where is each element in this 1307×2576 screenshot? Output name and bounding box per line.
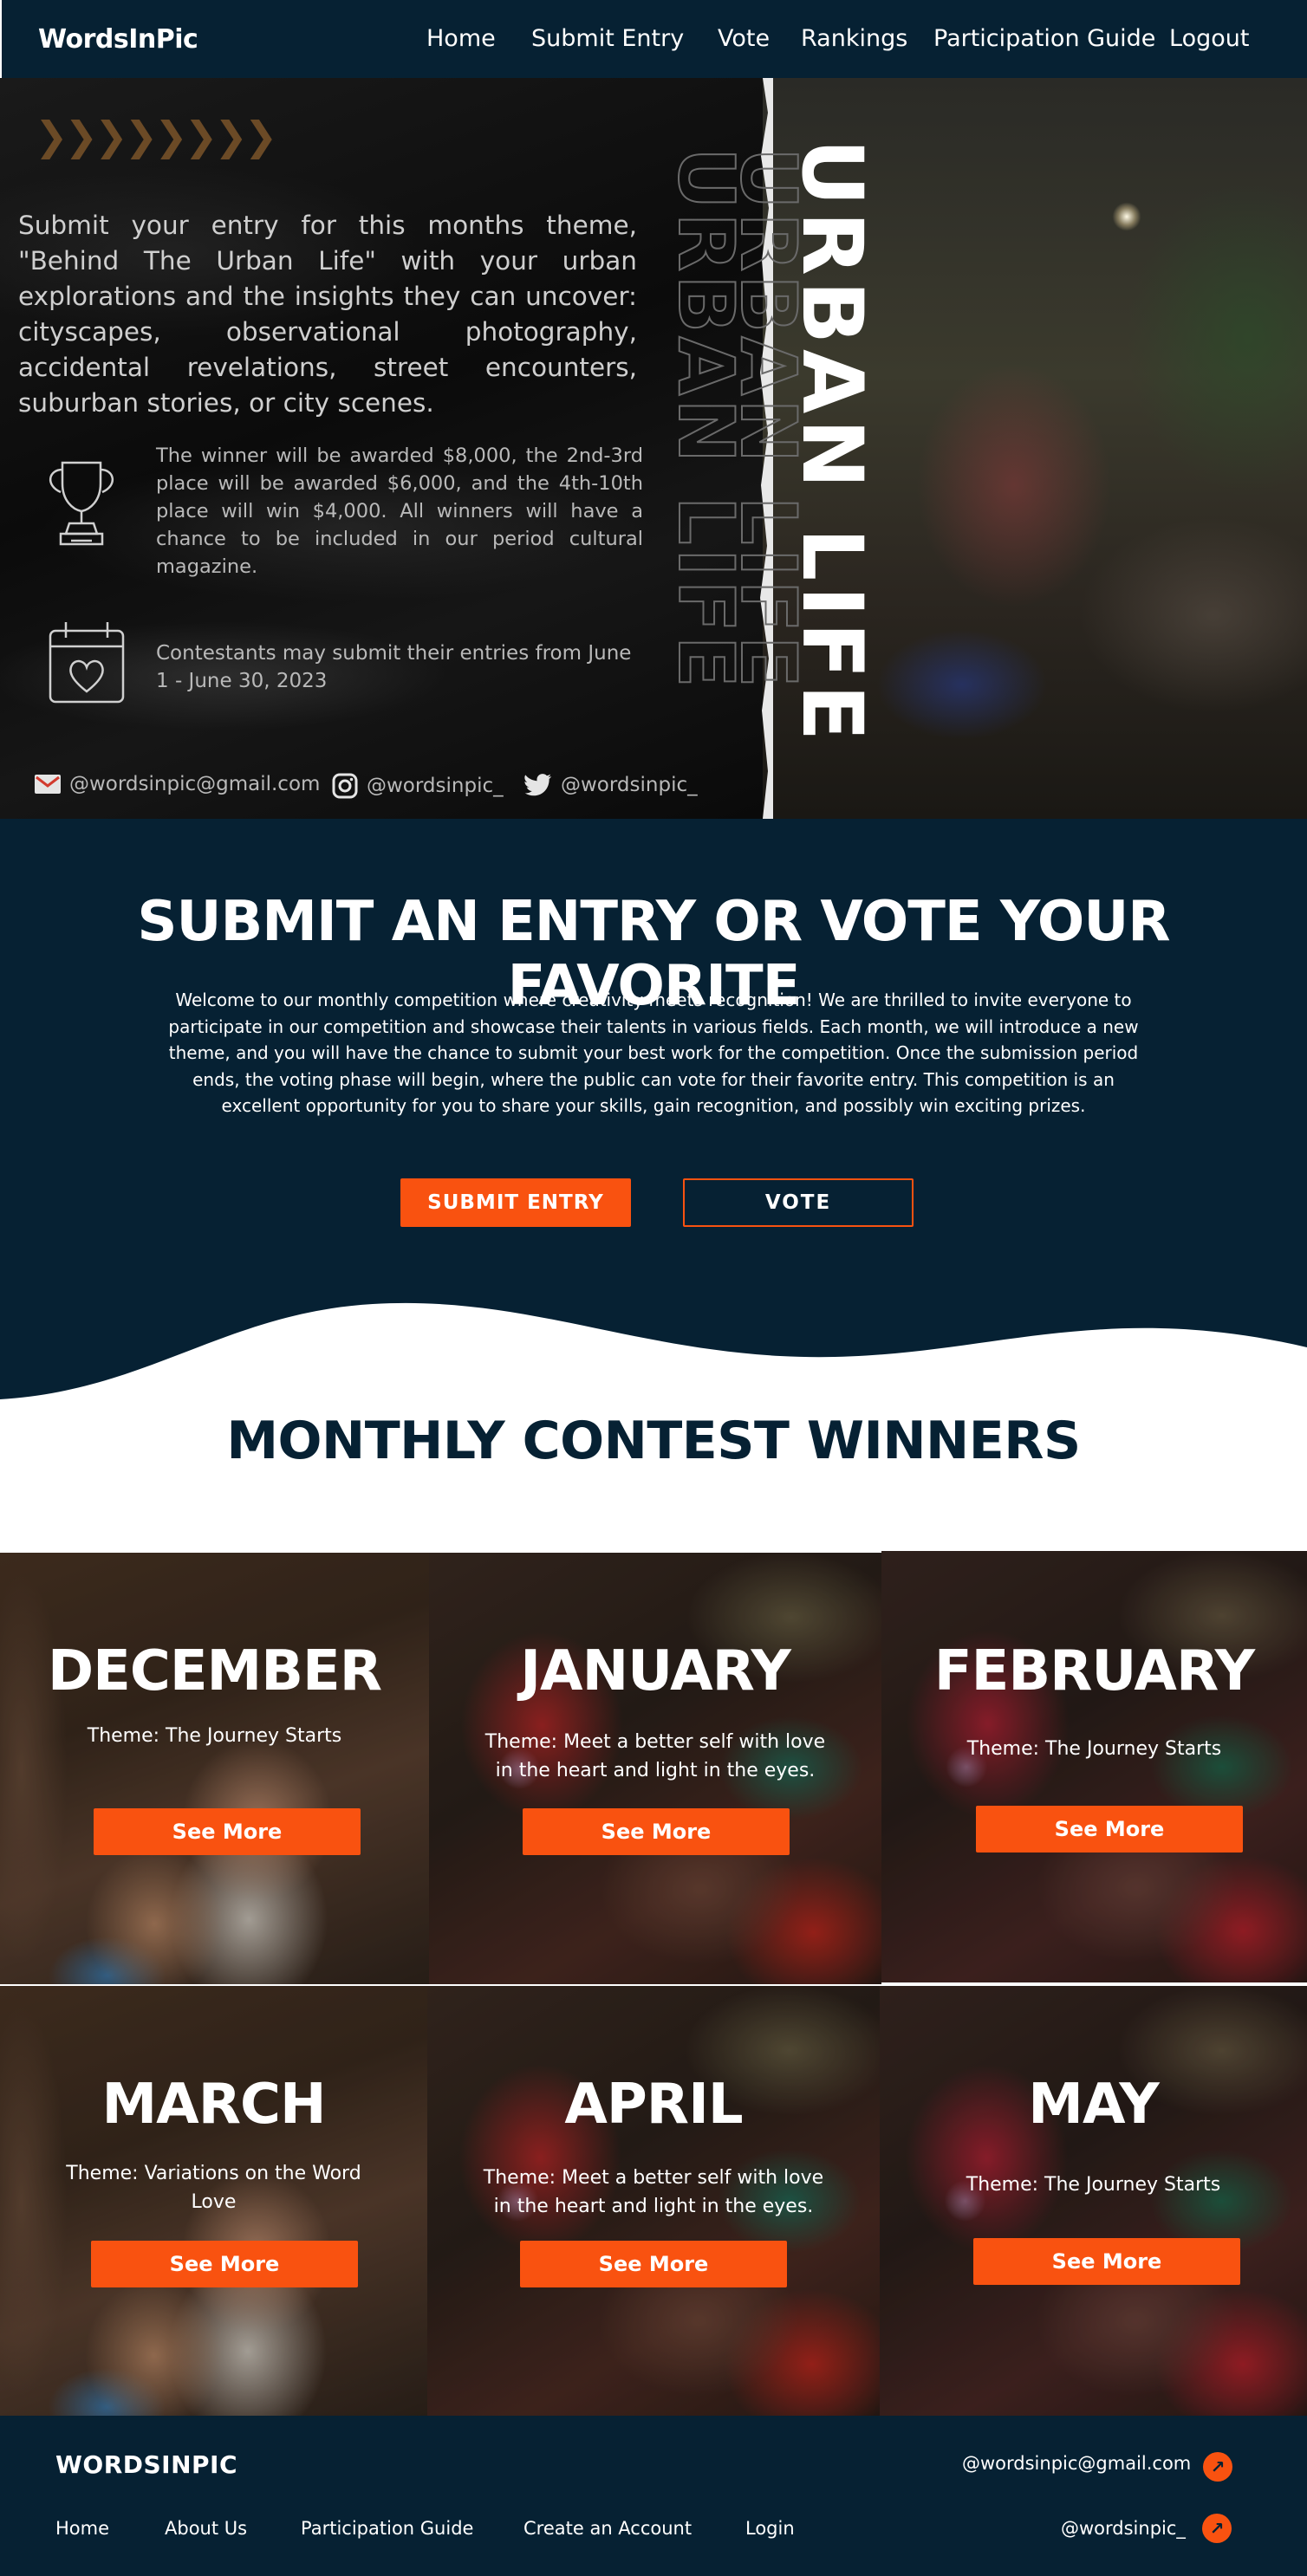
wave-divider: [0, 1302, 1307, 1417]
poster-email: @wordsinpic@gmail.com: [35, 773, 320, 795]
footer-brand[interactable]: WORDSINPIC: [55, 2450, 237, 2479]
winner-card-february[interactable]: FEBRUARY Theme: The Journey Starts See M…: [881, 1551, 1307, 1982]
trophy-icon: [49, 461, 114, 546]
card-month: FEBRUARY: [933, 1639, 1255, 1703]
submit-vote-section: SUBMIT AN ENTRY OR VOTE YOUR FAVORITE We…: [0, 819, 1307, 1417]
prize-description: The winner will be awarded $8,000, the 2…: [156, 444, 643, 578]
instagram-icon: [332, 773, 358, 799]
card-month: DECEMBER: [48, 1639, 382, 1703]
top-nav: WordsInPic Home Submit Entry Vote Rankin…: [0, 0, 1307, 78]
footer-link-about[interactable]: About Us: [165, 2518, 247, 2539]
poster-instagram: @wordsinpic_: [332, 773, 504, 799]
footer-link-guide[interactable]: Participation Guide: [301, 2518, 473, 2539]
nav-participation-guide[interactable]: Participation Guide: [933, 25, 1155, 52]
poster-twitter: @wordsinpic_: [524, 773, 698, 797]
mail-icon: [35, 775, 61, 794]
winner-card-april[interactable]: APRIL Theme: Meet a better self with lov…: [427, 1986, 880, 2416]
winner-card-march[interactable]: MARCH Theme: Variations on the Word Love…: [0, 1986, 427, 2416]
poster-twitter-text: @wordsinpic_: [561, 774, 698, 796]
card-theme: Theme: Meet a better self with love in t…: [483, 2167, 824, 2217]
footer-link-login[interactable]: Login: [745, 2518, 795, 2539]
see-more-button[interactable]: See More: [523, 1808, 790, 1855]
nav-vote[interactable]: Vote: [718, 25, 770, 52]
footer-link-create-account[interactable]: Create an Account: [523, 2518, 692, 2539]
nav-logout[interactable]: Logout: [1169, 25, 1249, 52]
winner-card-december[interactable]: DECEMBER Theme: The Journey Starts See M…: [0, 1553, 429, 1984]
poster-email-text: @wordsinpic@gmail.com: [69, 773, 321, 795]
footer-link-home[interactable]: Home: [55, 2518, 109, 2539]
submission-dates: Contestants may submit their entries fro…: [156, 642, 632, 692]
chevron-decoration-icon: ❯❯❯❯❯❯❯❯: [35, 113, 277, 159]
winners-title: MONTHLY CONTEST WINNERS: [226, 1411, 1081, 1471]
submit-section-description: Welcome to our monthly competition where…: [168, 990, 1139, 1116]
see-more-button[interactable]: See More: [973, 2238, 1240, 2285]
poster-instagram-text: @wordsinpic_: [367, 775, 504, 797]
arrow-up-right-icon[interactable]: ↗: [1203, 2452, 1232, 2482]
see-more-button[interactable]: See More: [520, 2241, 787, 2287]
card-theme: Theme: Meet a better self with love in t…: [484, 1731, 826, 1781]
hero-intro-text: Submit your entry for this months theme,…: [18, 211, 637, 418]
poster-title: URBAN LIFE: [784, 139, 881, 747]
calendar-heart-icon: [49, 622, 125, 704]
footer-email[interactable]: @wordsinpic@gmail.com: [962, 2453, 1191, 2474]
card-month: MAY: [1028, 2073, 1159, 2137]
brand-logo[interactable]: WordsInPic: [38, 24, 198, 55]
card-month: APRIL: [564, 2073, 743, 2137]
see-more-button[interactable]: See More: [91, 2241, 358, 2287]
card-theme: Theme: Variations on the Word Love: [66, 2163, 361, 2213]
nav-home[interactable]: Home: [426, 25, 496, 52]
nav-rankings[interactable]: Rankings: [801, 25, 907, 52]
card-theme: Theme: The Journey Starts: [966, 1738, 1222, 1760]
submit-entry-button[interactable]: SUBMIT ENTRY: [400, 1178, 631, 1227]
hero-poster: ❯❯❯❯❯❯❯❯ Submit your entry for this mont…: [0, 78, 1307, 819]
card-theme: Theme: The Journey Starts: [966, 2174, 1221, 2196]
winner-card-may[interactable]: MAY Theme: The Journey Starts See More: [880, 1986, 1307, 2416]
arrow-up-right-icon[interactable]: ↗: [1202, 2514, 1232, 2543]
twitter-icon: [524, 774, 551, 796]
nav-submit-entry[interactable]: Submit Entry: [531, 25, 684, 52]
see-more-button[interactable]: See More: [976, 1806, 1243, 1853]
winner-card-january[interactable]: JANUARY Theme: Meet a better self with l…: [429, 1553, 881, 1984]
see-more-button[interactable]: See More: [94, 1808, 361, 1855]
card-month: MARCH: [101, 2073, 326, 2137]
footer: WORDSINPIC Home About Us Participation G…: [0, 2416, 1307, 2576]
footer-handle[interactable]: @wordsinpic_: [1061, 2518, 1186, 2539]
card-theme: Theme: The Journey Starts: [87, 1725, 342, 1747]
vote-button[interactable]: VOTE: [683, 1178, 914, 1227]
card-month: JANUARY: [520, 1639, 791, 1703]
